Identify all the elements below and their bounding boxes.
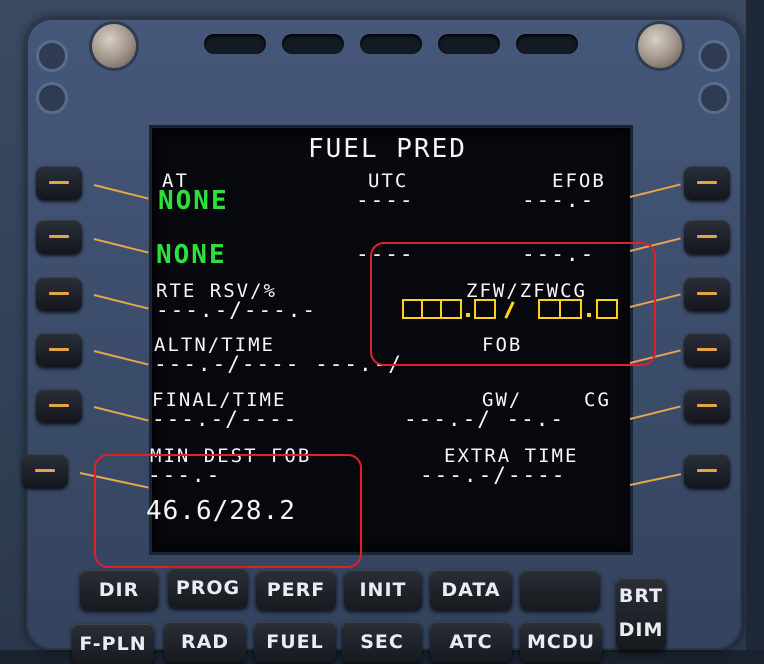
sec-key[interactable]: SEC bbox=[342, 622, 422, 662]
atc-key[interactable]: ATC bbox=[430, 622, 512, 662]
dim-label: DIM bbox=[618, 619, 664, 641]
brt-dim-rocker[interactable]: BRT DIM bbox=[616, 578, 666, 650]
lsk-2r-button[interactable] bbox=[684, 220, 730, 254]
lsk-6r-button[interactable] bbox=[684, 454, 730, 488]
ring-icon bbox=[36, 82, 68, 114]
lsk-1l-button[interactable] bbox=[36, 166, 82, 200]
dir-key[interactable]: DIR bbox=[80, 570, 158, 610]
extra-time-value: ---.-/---- bbox=[420, 463, 567, 487]
lsk-4r-button[interactable] bbox=[684, 333, 730, 367]
mcdu-key[interactable]: MCDU bbox=[520, 622, 602, 662]
rad-key[interactable]: RAD bbox=[164, 622, 246, 662]
init-key[interactable]: INIT bbox=[344, 570, 422, 610]
adjacent-panel-edge bbox=[746, 0, 764, 650]
annunciator-slot bbox=[282, 34, 344, 54]
cg-label: CG bbox=[584, 389, 611, 411]
annunciator-slot bbox=[438, 34, 500, 54]
lsk-5l-button[interactable] bbox=[36, 389, 82, 423]
data-key[interactable]: DATA bbox=[430, 570, 512, 610]
prog-key[interactable]: PROG bbox=[168, 568, 248, 608]
screw-icon bbox=[92, 24, 136, 68]
annunciator-slot bbox=[204, 34, 266, 54]
utc-value: ---- bbox=[356, 188, 415, 212]
efob-value: ---.- bbox=[522, 188, 596, 212]
zfw-highlight-frame bbox=[370, 242, 656, 366]
gw-cg-value: ---.-/ --.- bbox=[404, 407, 566, 431]
lsk-3l-button[interactable] bbox=[36, 277, 82, 311]
annunciator-slot bbox=[516, 34, 578, 54]
f-pln-key[interactable]: F-PLN bbox=[72, 624, 154, 664]
lsk-5r-button[interactable] bbox=[684, 389, 730, 423]
lsk-6l-button[interactable] bbox=[22, 454, 68, 488]
screw-icon bbox=[638, 24, 682, 68]
rte-rsv-value: ---.-/---.- bbox=[156, 298, 318, 322]
fuel-key[interactable]: FUEL bbox=[254, 622, 336, 662]
lsk-4l-button[interactable] bbox=[36, 333, 82, 367]
lsk-2l-button[interactable] bbox=[36, 220, 82, 254]
lsk-3r-button[interactable] bbox=[684, 277, 730, 311]
annunciator-slot bbox=[360, 34, 422, 54]
blank-key[interactable] bbox=[520, 570, 600, 610]
ring-icon bbox=[698, 82, 730, 114]
final-time-value: ---.-/---- bbox=[152, 407, 299, 431]
perf-key[interactable]: PERF bbox=[256, 570, 336, 610]
lsk-1r-button[interactable] bbox=[684, 166, 730, 200]
alternate-value: NONE bbox=[156, 240, 227, 270]
ring-icon bbox=[698, 40, 730, 72]
at-value: NONE bbox=[158, 186, 229, 216]
ring-icon bbox=[36, 40, 68, 72]
brt-label: BRT bbox=[618, 585, 664, 607]
min-dest-fob-highlight-frame bbox=[94, 454, 362, 568]
page-title: FUEL PRED bbox=[308, 134, 467, 164]
